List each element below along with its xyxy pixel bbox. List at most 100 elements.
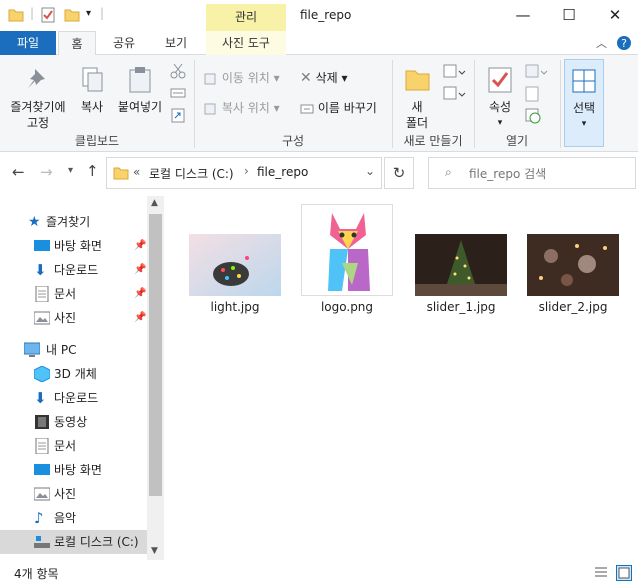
select-icon [572,69,596,93]
tab-picture-tools[interactable]: 사진 도구 [206,31,286,55]
address-bar[interactable]: « 로컬 디스크 (C:) › file_repo ⌄ [106,157,382,189]
chevron-down-icon[interactable]: ⌄ [365,164,375,178]
scrollbar-thumb[interactable] [149,214,162,496]
minimize-button[interactable]: — [500,0,546,30]
pin-to-quick-access-button[interactable]: 즐겨찾기에 고정 [4,65,72,131]
refresh-button[interactable]: ↻ [384,157,414,189]
select-button[interactable]: 선택 ▾ [564,59,604,147]
paste-button[interactable]: 붙여넣기 [114,65,166,115]
close-button[interactable]: ✕ [592,0,638,30]
breadcrumb-local-disk[interactable]: 로컬 디스크 (C:) [149,165,234,182]
forward-arrow-icon[interactable]: → [40,163,53,181]
new-item-icon[interactable] [442,63,466,81]
file-item[interactable]: slider_2.jpg [518,234,628,314]
copy-to-icon [204,103,216,114]
navigation-pane: ★ 즐겨찾기 바탕 화면 📌 ⬇ 다운로드 📌 문서 📌 사진 📌 내 PC 3… [0,196,164,560]
properties-icon [488,67,512,93]
nav-3d-objects[interactable]: 3D 개체 [0,362,147,386]
recent-locations-icon[interactable]: ▾ [68,165,73,176]
easy-access-icon[interactable] [442,85,466,103]
copy-path-icon[interactable] [170,85,186,101]
pin-icon: 📌 [134,312,147,323]
quick-access-dropdown-icon[interactable]: ▾ [86,8,91,19]
rename-button[interactable]: 이름 바꾸기 [300,99,386,117]
move-to-button[interactable]: 이동 위치 ▾ [204,69,294,87]
breadcrumb-file-repo[interactable]: file_repo [257,165,308,179]
music-icon: ♪ [34,509,44,527]
tab-share[interactable]: 공유 [104,31,144,55]
pin-icon: 📌 [134,264,147,275]
large-icons-view-icon[interactable] [616,565,632,581]
properties-quick-icon[interactable] [40,7,56,23]
pin-icon: 📌 [134,240,147,251]
nav-scrollbar[interactable]: ▲ ▼ [147,196,164,560]
paste-label: 붙여넣기 [117,100,163,114]
tab-file[interactable]: 파일 [0,31,56,55]
nav-pictures-pinned[interactable]: 사진 📌 [0,306,147,330]
separator: | [30,6,35,20]
open-icon[interactable] [524,63,548,81]
file-item[interactable]: logo.png [292,204,402,314]
star-icon: ★ [28,214,41,230]
copy-label: 복사 [80,100,104,114]
nav-label: 문서 [54,287,77,301]
maximize-button[interactable]: ☐ [546,0,592,30]
rename-icon [300,104,314,113]
copy-button[interactable]: 복사 [74,65,110,115]
new-folder-button[interactable]: 새 폴더 [398,65,436,131]
separator: | [100,6,105,20]
nav-downloads-pinned[interactable]: ⬇ 다운로드 📌 [0,258,147,282]
search-box[interactable]: ⌕ file_repo 검색 [428,157,636,189]
delete-button[interactable]: ✕ 삭제 ▾ [300,69,360,87]
scroll-down-icon[interactable]: ▼ [151,546,158,556]
search-input[interactable]: file_repo 검색 [469,165,546,182]
nav-label: 로컬 디스크 (C:) [54,535,139,549]
edit-icon[interactable] [524,85,542,103]
copy-icon [82,67,103,92]
collapse-ribbon-icon[interactable]: ︿ [596,35,607,51]
breadcrumb-overflow[interactable]: « [133,165,140,179]
nav-label: 동영상 [54,415,88,429]
paste-shortcut-icon[interactable] [170,107,186,123]
nav-documents-pinned[interactable]: 문서 📌 [0,282,147,306]
new-folder-label: 새 폴더 [405,100,429,130]
nav-this-pc[interactable]: 내 PC [0,338,147,362]
clipboard-group-label: 클립보드 [74,134,120,148]
help-icon[interactable]: ? [616,35,632,51]
tab-view[interactable]: 보기 [154,31,198,55]
file-item[interactable]: slider_1.jpg [406,234,516,314]
nav-label: 사진 [54,311,77,325]
nav-videos[interactable]: 동영상 [0,410,147,434]
nav-label: 사진 [54,487,77,501]
nav-pictures[interactable]: 사진 [0,482,147,506]
properties-button[interactable]: 속성 ▾ [480,65,520,131]
up-arrow-icon[interactable]: ↑ [86,162,99,180]
nav-music[interactable]: ♪ 음악 [0,506,147,530]
history-icon[interactable] [524,107,542,125]
scroll-up-icon[interactable]: ▲ [151,198,158,208]
tab-home[interactable]: 홈 [58,31,96,56]
select-dropdown-icon: ▾ [581,119,587,129]
new-folder-quick-icon[interactable] [64,7,80,23]
move-to-label: 이동 위치 [221,71,270,85]
logo-png-thumbnail [301,204,393,296]
nav-quick-access[interactable]: ★ 즐겨찾기 [0,210,147,234]
chevron-right-icon[interactable]: › [244,164,249,178]
copy-to-button[interactable]: 복사 위치 ▾ [204,99,294,117]
nav-desktop-pinned[interactable]: 바탕 화면 📌 [0,234,147,258]
file-item[interactable]: light.jpg [180,234,290,314]
properties-dropdown-icon: ▾ [497,118,503,128]
nav-label: 문서 [54,439,77,453]
cut-icon[interactable] [170,63,186,79]
nav-downloads[interactable]: ⬇ 다운로드 [0,386,147,410]
details-view-icon[interactable] [594,566,608,580]
window-title: file_repo [300,8,352,22]
back-arrow-icon[interactable]: ← [12,163,25,181]
nav-local-disk[interactable]: 로컬 디스크 (C:) [0,530,147,554]
nav-documents[interactable]: 문서 [0,434,147,458]
download-icon: ⬇ [34,389,47,407]
ribbon-tab-strip: 파일 홈 공유 보기 사진 도구 ︿ ? [0,31,638,56]
computer-icon [24,342,40,357]
pictures-icon [34,487,50,501]
nav-desktop[interactable]: 바탕 화면 [0,458,147,482]
